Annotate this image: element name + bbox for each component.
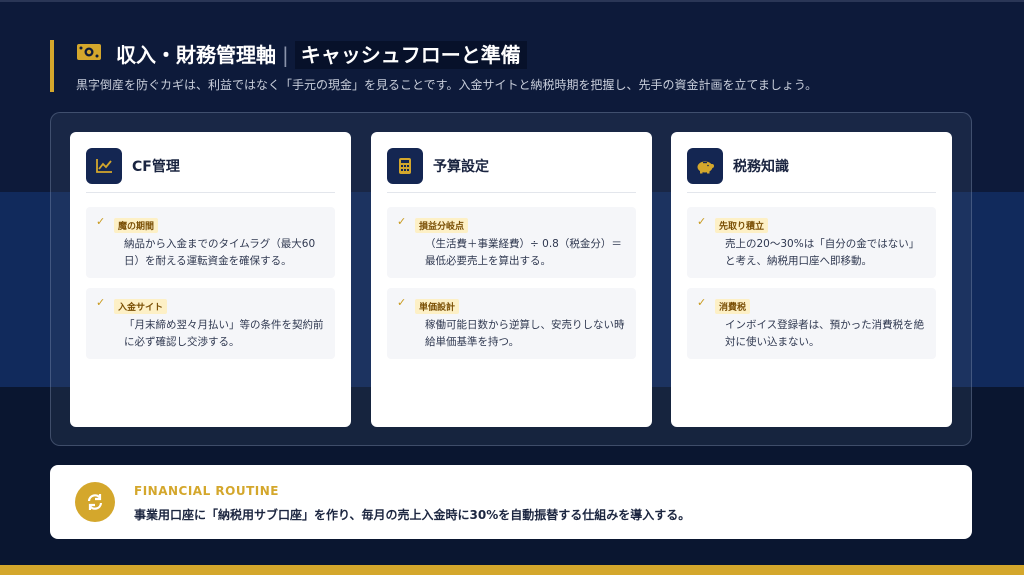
title-separator: | (282, 43, 289, 67)
financial-routine-box: FINANCIAL ROUTINE 事業用口座に「納税用サブ口座」を作り、毎月の… (50, 465, 972, 539)
card-divider (687, 192, 936, 193)
card-divider (86, 192, 335, 193)
item-text: 売上の20〜30%は「自分の金ではない」と考え、納税用口座へ即移動。 (725, 238, 920, 267)
card-cf-management: CF管理 ✓ 魔の期間 納品から入金までのタイムラグ（最大60日）を耐える運転資… (70, 132, 351, 427)
check-icon: ✓ (96, 296, 106, 309)
check-icon: ✓ (697, 296, 707, 309)
chart-line-icon (86, 148, 122, 184)
card-title: 予算設定 (433, 159, 489, 175)
list-item: ✓ 消費税 インボイス登録者は、預かった消費税を絶対に使い込まない。 (687, 288, 936, 359)
page-title: 収入・財務管理軸 | キャッシュフローと準備 (116, 39, 527, 69)
item-tag: 損益分岐点 (415, 218, 469, 233)
list-item: ✓ 損益分岐点 （生活費＋事業経費）÷ 0.8（税金分）＝最低必要売上を算出する… (387, 207, 636, 278)
item-tag: 消費税 (715, 299, 751, 314)
page-title-highlight: キャッシュフローと準備 (294, 41, 527, 69)
check-icon: ✓ (697, 215, 707, 228)
card-header: 予算設定 (387, 148, 636, 184)
item-tag: 単価設計 (415, 299, 460, 314)
money-bill-icon (76, 43, 102, 61)
card-tax-knowledge: 税務知識 ✓ 先取り積立 売上の20〜30%は「自分の金ではない」と考え、納税用… (671, 132, 952, 427)
routine-text: 事業用口座に「納税用サブ口座」を作り、毎月の売上入金時に30%を自動振替する仕組… (134, 508, 691, 522)
list-item: ✓ 魔の期間 納品から入金までのタイムラグ（最大60日）を耐える運転資金を確保す… (86, 207, 335, 278)
routine-label: FINANCIAL ROUTINE (134, 484, 279, 498)
card-budget-setting: 予算設定 ✓ 損益分岐点 （生活費＋事業経費）÷ 0.8（税金分）＝最低必要売上… (371, 132, 652, 427)
card-header: 税務知識 (687, 148, 936, 184)
top-border-line (0, 0, 1024, 2)
card-header: CF管理 (86, 148, 335, 184)
check-icon: ✓ (96, 215, 106, 228)
item-text: （生活費＋事業経費）÷ 0.8（税金分）＝最低必要売上を算出する。 (425, 238, 622, 267)
list-item: ✓ 単価設計 稼働可能日数から逆算し、安売りしない時給単価基準を持つ。 (387, 288, 636, 359)
item-tag: 入金サイト (114, 299, 168, 314)
piggy-bank-icon (687, 148, 723, 184)
header-accent-bar (50, 40, 54, 92)
card-title: CF管理 (132, 159, 180, 175)
item-text: 「月末締め翌々月払い」等の条件を契約前に必ず確認し交渉する。 (124, 319, 324, 348)
card-divider (387, 192, 636, 193)
page-title-main: 収入・財務管理軸 (116, 43, 276, 67)
page-subtitle: 黒字倒産を防ぐカギは、利益ではなく「手元の現金」を見ることです。入金サイトと納税… (76, 78, 818, 92)
item-tag: 魔の期間 (114, 218, 159, 233)
list-item: ✓ 入金サイト 「月末締め翌々月払い」等の条件を契約前に必ず確認し交渉する。 (86, 288, 335, 359)
item-tag: 先取り積立 (715, 218, 769, 233)
item-text: インボイス登録者は、預かった消費税を絶対に使い込まない。 (725, 319, 925, 348)
list-item: ✓ 先取り積立 売上の20〜30%は「自分の金ではない」と考え、納税用口座へ即移… (687, 207, 936, 278)
check-icon: ✓ (397, 296, 407, 309)
card-title: 税務知識 (733, 159, 789, 175)
check-icon: ✓ (397, 215, 407, 228)
calculator-icon (387, 148, 423, 184)
sync-icon (75, 482, 115, 522)
bottom-accent-bar (0, 565, 1024, 575)
item-text: 稼働可能日数から逆算し、安売りしない時給単価基準を持つ。 (425, 319, 625, 348)
item-text: 納品から入金までのタイムラグ（最大60日）を耐える運転資金を確保する。 (124, 238, 316, 267)
